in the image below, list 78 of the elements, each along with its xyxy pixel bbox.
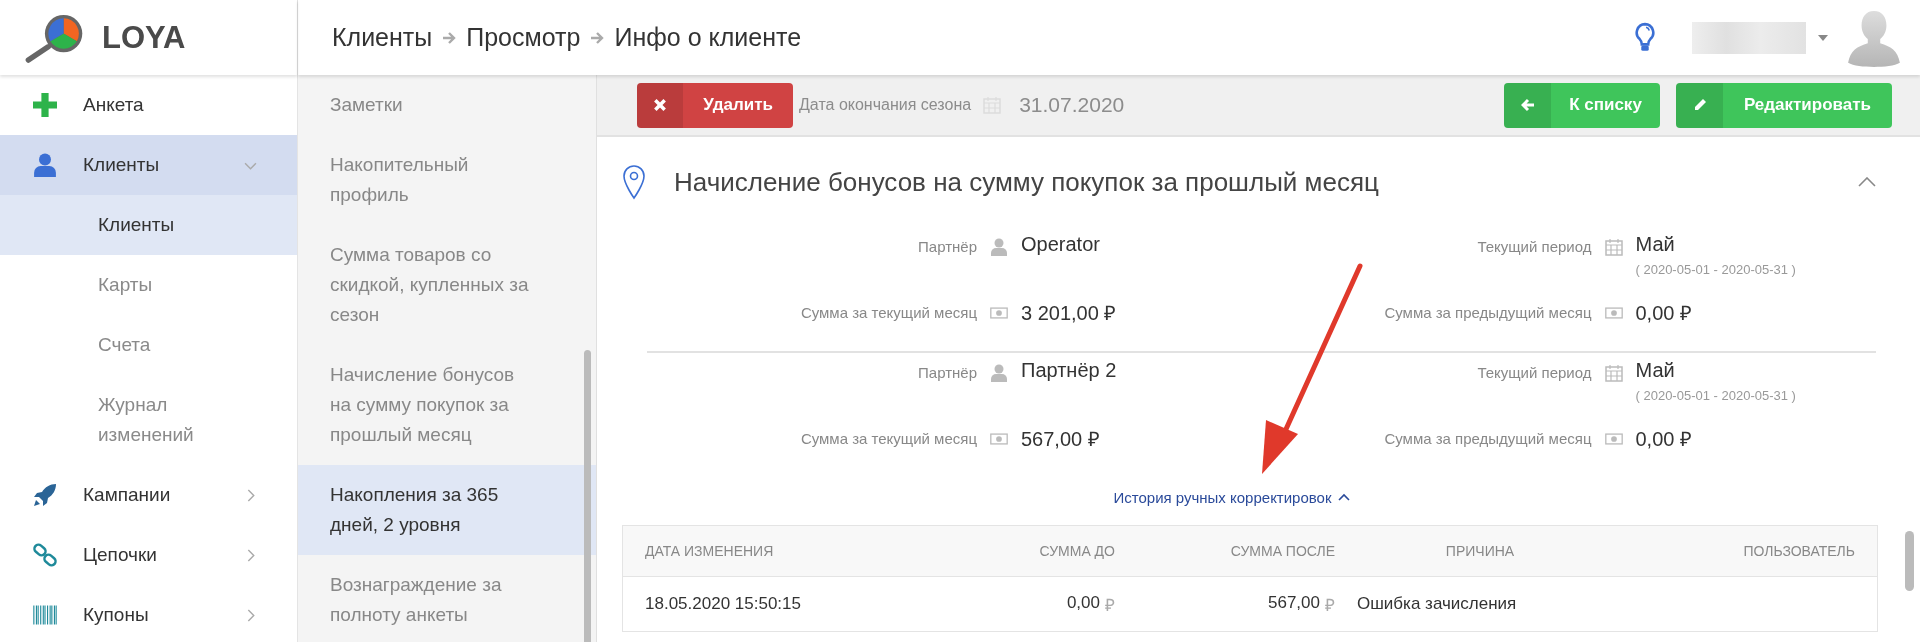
field-value: 0,00 ₽ (1635, 301, 1693, 326)
field-label: Сумма за предыдущий месяц (1383, 303, 1592, 321)
field-label: Партнёр (917, 363, 977, 381)
pencil-icon (1692, 98, 1707, 112)
section-link[interactable]: Вознаграждение за полноту анкеты (298, 555, 596, 642)
breadcrumb-item: Инфо о клиенте (614, 23, 802, 52)
sidebar-subitem[interactable]: Счета (0, 315, 297, 375)
field-value: Партнёр 2 (1021, 359, 1118, 382)
section-link[interactable]: Начисление бонусов на сумму покупок за прошлый месяц (298, 345, 596, 465)
arrow-right-icon (442, 30, 457, 45)
person-icon (33, 153, 57, 177)
arrow-right-icon (590, 30, 605, 45)
field-label: Текущий период (1476, 237, 1592, 255)
section-link[interactable]: Заметки (298, 75, 596, 135)
column-header: ПРИЧИНА (1444, 543, 1516, 559)
date-range: ( 2020-05-01 - 2020-05-31 ) (1635, 388, 1797, 403)
arrow-left-icon (1520, 98, 1535, 112)
map-pin-icon (622, 164, 646, 200)
field-label: Сумма за предыдущий месяц (1383, 429, 1592, 447)
sidebar-subitem[interactable]: Карты (0, 255, 297, 315)
sidebar-item[interactable]: Клиенты (0, 135, 297, 195)
sidebar-item[interactable]: Кампании (0, 465, 297, 525)
breadcrumb-item[interactable]: Клиенты (332, 23, 433, 52)
table-cell-text: 567,00 (1268, 592, 1320, 614)
currency-sign: ₽ (1325, 594, 1335, 616)
avatar-silhouette-icon[interactable] (1848, 8, 1900, 67)
field-value: 3 201,00 ₽ (1021, 301, 1118, 326)
banknote-icon (990, 430, 1008, 448)
rocket-icon (33, 483, 57, 507)
calendar-icon (1604, 238, 1623, 256)
close-icon (653, 98, 668, 112)
calendar-icon (1604, 364, 1623, 382)
sidebar-item[interactable]: Анкета (0, 75, 297, 135)
column-header: СУММА ДО (1038, 543, 1115, 559)
section-link[interactable]: Сумма товаров со скидкой, купленных за сезон (298, 225, 596, 345)
sidebar-subitem[interactable]: Журнал изменений (0, 375, 297, 465)
logo-text: LOYA (102, 19, 186, 56)
scrollbar-thumb[interactable] (584, 350, 591, 642)
column-header: ДАТА ИЗМЕНЕНИЯ (645, 543, 775, 559)
section-link[interactable]: Накопительный профиль (298, 135, 596, 225)
currency-sign: ₽ (1105, 594, 1115, 616)
field-label: Сумма за текущий месяц (799, 429, 977, 447)
field-value: 0,00 ₽ (1635, 427, 1693, 452)
section-link[interactable]: Накопления за 365 дней, 2 уровня (298, 465, 596, 555)
delete-button[interactable]: Удалить (637, 82, 793, 128)
field-value: 31.07.2020 (1019, 93, 1125, 117)
breadcrumb-item[interactable]: Просмотр (466, 23, 581, 52)
history-link[interactable]: История ручных корректировок (1113, 488, 1332, 506)
field-label: Текущий период (1476, 363, 1592, 381)
field-value: 567,00 ₽ (1021, 427, 1101, 452)
field-value: Operator (1021, 233, 1101, 256)
caret-icon[interactable] (1818, 34, 1828, 41)
field-label: Сумма за текущий месяц (799, 303, 977, 321)
sidebar-item[interactable]: Цепочки (0, 525, 297, 585)
banknote-icon (1604, 304, 1623, 322)
banknote-icon (990, 304, 1008, 322)
field-value: Май (1635, 359, 1676, 382)
date-range: ( 2020-05-01 - 2020-05-31 ) (1635, 262, 1797, 277)
sidebar-subitem[interactable]: Клиенты (0, 195, 297, 255)
person-icon (990, 364, 1008, 382)
barcode-icon (33, 603, 57, 627)
table-cell-text: Ошибка зачисления (1356, 594, 1518, 614)
banknote-icon (1604, 430, 1623, 448)
column-header: ПОЛЬЗОВАТЕЛЬ (1742, 543, 1855, 559)
lightbulb-icon[interactable] (1634, 21, 1656, 54)
table-cell-text: 0,00 (1066, 592, 1100, 614)
chevron-up-icon[interactable] (1858, 177, 1876, 187)
sidebar-item[interactable]: Купоны (0, 585, 297, 642)
plus-icon (33, 93, 57, 117)
field-label: Дата окончания сезона (799, 96, 972, 114)
section-title: Начисление бонусов на сумму покупок за прошлый месяц (674, 166, 1380, 198)
chain-icon (33, 543, 57, 567)
scrollbar-thumb[interactable] (1905, 531, 1914, 591)
column-header: СУММА ПОСЛЕ (1229, 543, 1335, 559)
table-cell-text: 18.05.2020 15:50:15 (645, 594, 802, 614)
person-icon (990, 238, 1008, 256)
field-label: Партнёр (917, 237, 977, 255)
field-value: Май (1635, 233, 1676, 256)
